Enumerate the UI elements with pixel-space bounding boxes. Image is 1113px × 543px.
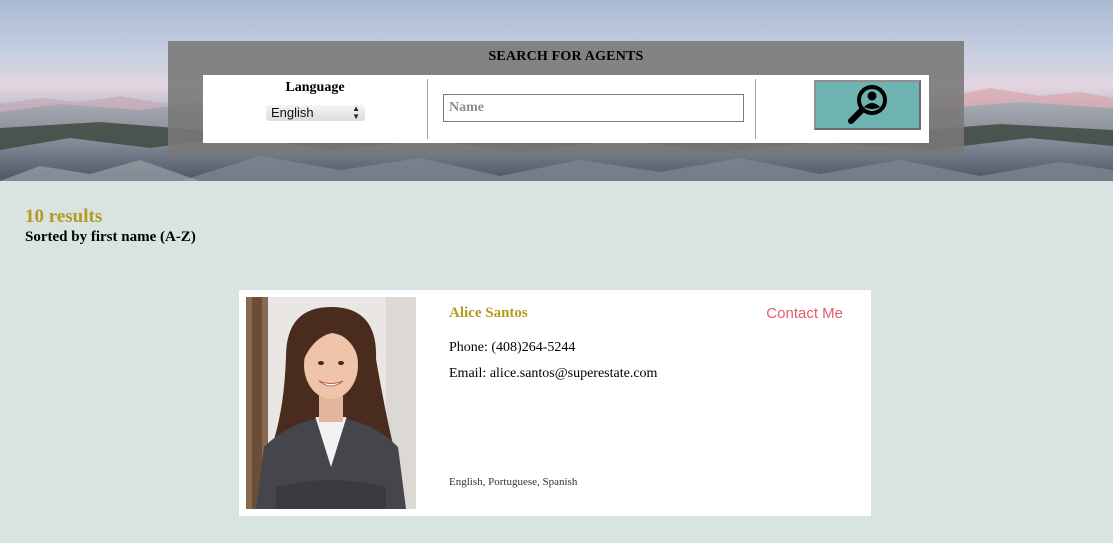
search-button[interactable] [814,80,921,130]
column-divider [755,79,756,139]
language-label: Language [285,80,345,95]
contact-me-link[interactable]: Contact Me [766,305,843,322]
search-panel-title: SEARCH FOR AGENTS [488,49,644,64]
magnifier-icon [847,85,887,124]
agent-phone: Phone: (408)264-5244 [449,340,576,355]
search-panel: SEARCH FOR AGENTS Language English ▲ ▼ [168,41,964,155]
language-select[interactable]: English ▲ ▼ [266,105,365,121]
search-form: Language English ▲ ▼ [203,75,929,143]
language-select-value: English [271,105,314,120]
agent-card: Alice Santos Contact Me Phone: (408)264-… [239,290,871,516]
agent-languages: English, Portuguese, Spanish [449,476,578,488]
agent-photo [246,297,416,509]
agent-email: Email: alice.santos@superestate.com [449,366,658,381]
results-sort-order: Sorted by first name (A-Z) [25,229,196,245]
agent-name[interactable]: Alice Santos [449,305,528,322]
name-search-input[interactable] [443,94,744,122]
updown-arrows-icon: ▲ ▼ [352,104,360,121]
results-count: 10 results [25,206,103,227]
column-divider [427,79,428,139]
